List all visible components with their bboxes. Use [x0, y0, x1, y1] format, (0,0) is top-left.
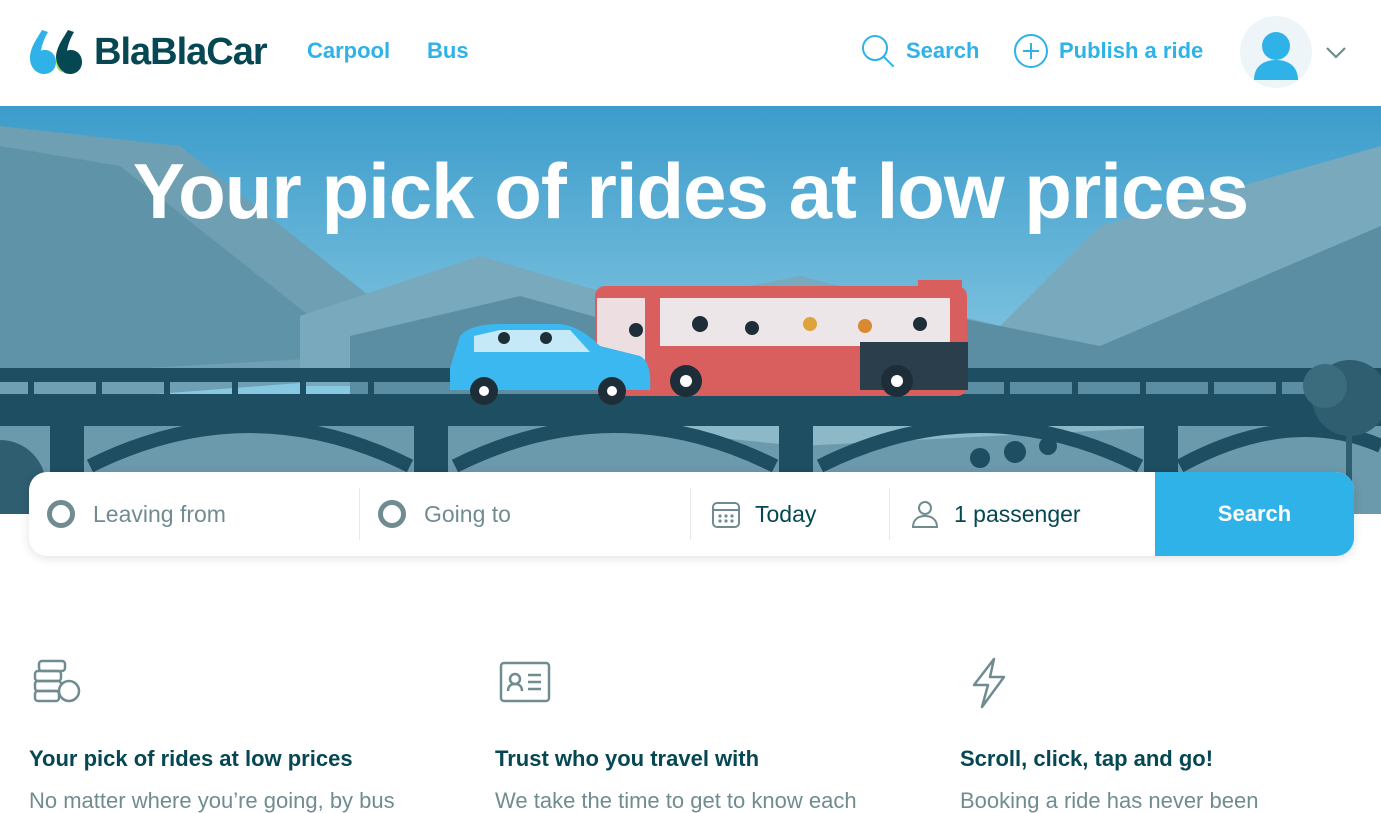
- header-search-button[interactable]: Search: [860, 33, 979, 69]
- coins-icon: [33, 659, 81, 703]
- blablacar-logo[interactable]: BlaBlaCar: [28, 26, 268, 78]
- nav-carpool-link[interactable]: Carpool: [307, 38, 390, 64]
- plus-circle-icon: [1014, 34, 1048, 68]
- ride-search-bar: Today 1 passenger Search: [29, 472, 1354, 556]
- header-search-label: Search: [906, 38, 980, 63]
- feature-title: Scroll, click, tap and go!: [960, 746, 1214, 771]
- leaving-from-field[interactable]: [29, 472, 360, 556]
- user-avatar[interactable]: [1240, 16, 1312, 88]
- calendar-icon: [712, 502, 740, 528]
- chevron-down-icon[interactable]: [1324, 40, 1348, 64]
- going-to-input[interactable]: [424, 500, 664, 528]
- search-submit-button[interactable]: Search: [1155, 472, 1354, 556]
- lightning-icon: [972, 657, 1006, 709]
- feature-text: Booking a ride has never been: [960, 788, 1259, 813]
- passenger-value: 1 passenger: [954, 500, 1081, 527]
- leaving-from-input[interactable]: [93, 500, 333, 528]
- hero-banner: Your pick of rides at low prices: [0, 106, 1381, 514]
- date-value: Today: [755, 500, 817, 527]
- hero-title: Your pick of rides at low prices: [132, 147, 1249, 235]
- feature-title: Your pick of rides at low prices: [29, 746, 353, 771]
- feature-text: No matter where you’re going, by bus: [29, 788, 395, 813]
- person-icon: [911, 501, 939, 528]
- id-card-icon: [499, 661, 551, 703]
- feature-trust: Trust who you travel with We take the ti…: [495, 655, 915, 813]
- logo-text: BlaBlaCar: [94, 30, 268, 73]
- feature-booking: Scroll, click, tap and go! Booking a rid…: [960, 655, 1380, 813]
- user-icon: [1254, 32, 1298, 80]
- feature-low-prices: Your pick of rides at low prices No matt…: [29, 655, 449, 813]
- publish-ride-button[interactable]: Publish a ride: [1013, 33, 1203, 69]
- date-picker-field[interactable]: Today: [691, 472, 890, 556]
- feature-text: We take the time to get to know each: [495, 788, 857, 813]
- search-icon: [862, 35, 894, 67]
- top-header: BlaBlaCar Carpool Bus Search Publish a r…: [0, 0, 1381, 106]
- passenger-count-field[interactable]: 1 passenger: [890, 472, 1155, 556]
- nav-bus-link[interactable]: Bus: [427, 38, 469, 64]
- origin-circle-icon: [47, 500, 75, 528]
- feature-title: Trust who you travel with: [495, 746, 760, 771]
- publish-ride-label: Publish a ride: [1059, 38, 1204, 63]
- logo-mark-icon: [30, 30, 82, 74]
- going-to-field[interactable]: [360, 472, 691, 556]
- destination-circle-icon: [378, 500, 406, 528]
